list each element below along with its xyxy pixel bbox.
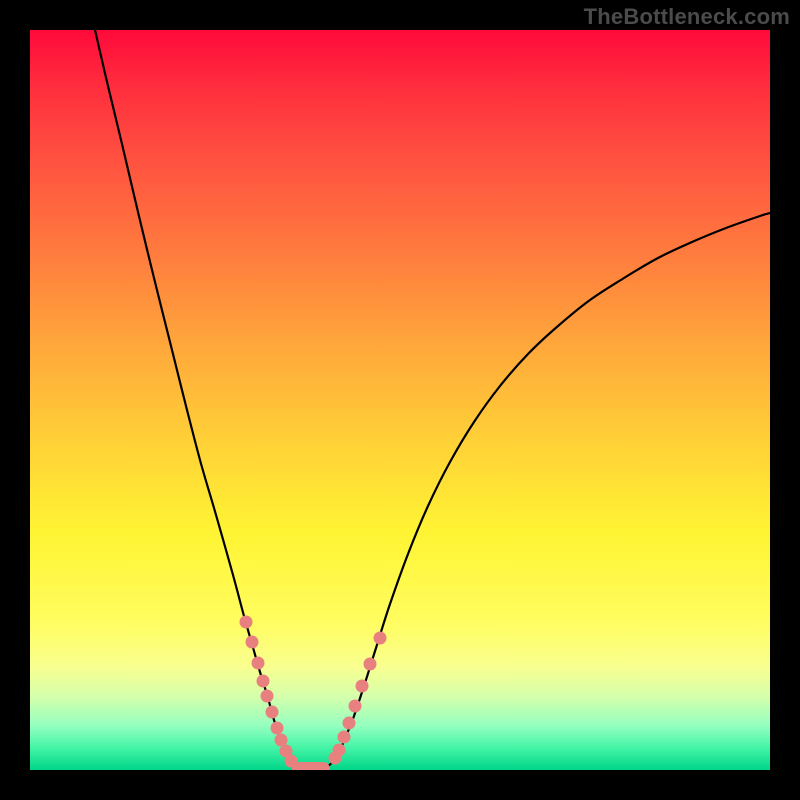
plot-region xyxy=(30,30,770,770)
chart-svg xyxy=(30,30,770,770)
data-dot xyxy=(246,636,259,649)
data-dot xyxy=(271,722,284,735)
data-dot xyxy=(333,744,346,757)
data-dot xyxy=(257,675,270,688)
data-dot xyxy=(266,706,279,719)
data-dot xyxy=(374,632,387,645)
bottleneck-curve xyxy=(95,30,770,768)
data-dot xyxy=(240,616,253,629)
chart-frame: TheBottleneck.com xyxy=(0,0,800,800)
data-dot xyxy=(261,690,274,703)
data-dot xyxy=(338,731,351,744)
data-dot xyxy=(356,680,369,693)
trough-marker xyxy=(292,762,330,770)
data-dot xyxy=(364,658,377,671)
data-dot xyxy=(349,700,362,713)
data-dot xyxy=(343,717,356,730)
watermark-text: TheBottleneck.com xyxy=(584,4,790,30)
data-dot xyxy=(252,657,265,670)
